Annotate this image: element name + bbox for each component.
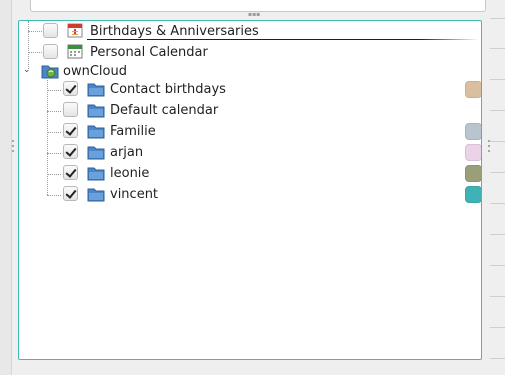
vertical-splitter-handle[interactable]: ▪▪▪ <box>248 12 260 18</box>
tree-item-label: leonie <box>110 166 150 181</box>
calendar-color-swatch[interactable] <box>465 81 481 98</box>
tree-item-label: Birthdays & Anniversaries <box>90 24 259 39</box>
left-pane-edge <box>0 0 12 375</box>
tree-item-personal-calendar[interactable]: Personal Calendar <box>19 42 481 63</box>
tree-item-label: Default calendar <box>110 103 219 118</box>
leonie-checkbox[interactable] <box>63 165 78 180</box>
tree-item-familie[interactable]: Familie <box>19 121 481 142</box>
folder-icon <box>87 81 105 97</box>
contact-birthdays-checkbox[interactable] <box>63 81 78 96</box>
folder-icon <box>87 165 105 181</box>
tree-item-label: Familie <box>110 124 156 139</box>
calendar-color-swatch[interactable] <box>465 165 481 182</box>
chevron-down-icon[interactable]: ⌄ <box>23 65 33 75</box>
folder-icon <box>87 123 105 139</box>
tree-item-label: arjan <box>110 145 144 160</box>
tree-item-default-calendar[interactable]: Default calendar <box>19 100 481 121</box>
tree-item-label: Contact birthdays <box>110 82 226 97</box>
default-calendar-checkbox[interactable] <box>63 102 78 117</box>
calendar-color-swatch[interactable] <box>465 123 481 140</box>
vincent-checkbox[interactable] <box>63 186 78 201</box>
familie-checkbox[interactable] <box>63 123 78 138</box>
tree-item-arjan[interactable]: arjan <box>19 142 481 163</box>
arjan-checkbox[interactable] <box>63 144 78 159</box>
tree-item-label: vincent <box>110 187 159 202</box>
owncloud-folder-icon <box>41 63 59 79</box>
personal-calendar-checkbox[interactable] <box>43 44 58 59</box>
tree-item-label: ownCloud <box>63 64 127 79</box>
selection-separator <box>87 39 479 40</box>
tree-item-label: Personal Calendar <box>90 45 208 60</box>
left-splitter-handle[interactable] <box>11 140 15 156</box>
calendar-tree[interactable]: Birthdays & Anniversaries Personal Calen… <box>18 20 482 360</box>
calendar-icon <box>67 43 83 59</box>
calendar-color-swatch[interactable] <box>465 186 481 203</box>
calendar-color-swatch[interactable] <box>465 144 481 161</box>
folder-icon <box>87 144 105 160</box>
folder-icon <box>87 102 105 118</box>
birthdays-checkbox[interactable] <box>43 23 58 38</box>
birthday-calendar-icon <box>67 22 83 38</box>
tree-item-contact-birthdays[interactable]: Contact birthdays <box>19 79 481 100</box>
tree-item-birthdays[interactable]: Birthdays & Anniversaries <box>19 21 481 42</box>
right-ruler <box>490 0 505 375</box>
tree-item-leonie[interactable]: leonie <box>19 163 481 184</box>
folder-icon <box>87 186 105 202</box>
tree-item-vincent[interactable]: vincent <box>19 184 481 205</box>
